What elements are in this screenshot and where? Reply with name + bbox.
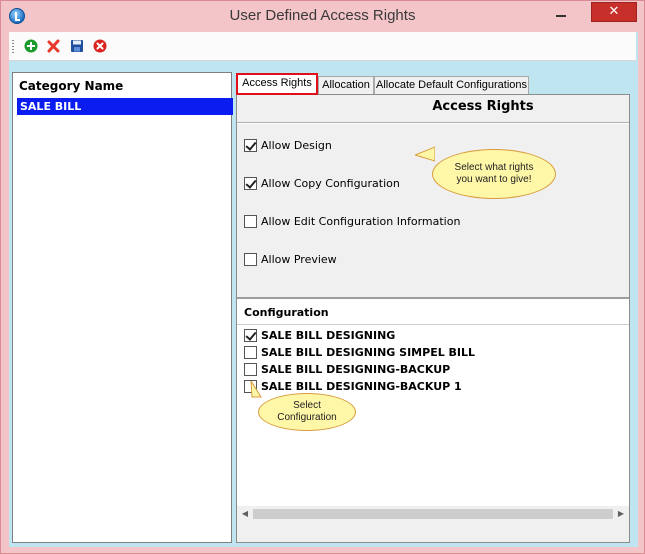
configuration-callout: Select Configuration bbox=[258, 393, 356, 431]
scroll-left-arrow-icon[interactable]: ◀ bbox=[239, 508, 251, 520]
save-button[interactable] bbox=[70, 39, 84, 53]
configuration-panel: Configuration SALE BILL DESIGNING SALE B… bbox=[237, 299, 629, 506]
checkbox-box[interactable] bbox=[244, 328, 257, 342]
toolbar bbox=[9, 32, 636, 61]
category-header: Category Name bbox=[19, 79, 124, 93]
close-button[interactable]: ✕ bbox=[591, 2, 637, 22]
config-item-sale-bill-designing[interactable]: SALE BILL DESIGNING bbox=[244, 327, 395, 343]
client-area: Category Name SALE BILL Access Rights Al… bbox=[9, 32, 638, 547]
scroll-right-arrow-icon[interactable]: ▶ bbox=[615, 508, 627, 520]
checkbox-box[interactable] bbox=[244, 138, 257, 152]
allow-preview-checkbox[interactable]: Allow Preview bbox=[244, 251, 337, 267]
callout-tail bbox=[250, 381, 262, 398]
allow-edit-configuration-information-checkbox[interactable]: Allow Edit Configuration Information bbox=[244, 213, 460, 229]
config-item-label: SALE BILL DESIGNING-BACKUP 1 bbox=[261, 379, 462, 393]
configuration-callout-text: Select Configuration bbox=[277, 400, 337, 423]
cancel-button[interactable] bbox=[93, 39, 107, 53]
allow-design-label: Allow Design bbox=[261, 138, 332, 152]
allow-copy-configuration-checkbox[interactable]: Allow Copy Configuration bbox=[244, 175, 400, 191]
tab-allocation[interactable]: Allocation bbox=[318, 76, 374, 94]
allow-design-checkbox[interactable]: Allow Design bbox=[244, 137, 332, 153]
tab-allocate-default-configurations[interactable]: Allocate Default Configurations bbox=[374, 76, 529, 94]
delete-icon bbox=[47, 39, 60, 53]
checkbox-box[interactable] bbox=[244, 214, 257, 228]
toolbar-grip[interactable] bbox=[12, 40, 14, 54]
configuration-header: Configuration bbox=[244, 306, 329, 319]
cancel-icon bbox=[93, 39, 107, 53]
checkbox-box[interactable] bbox=[244, 362, 257, 376]
configuration-header-divider bbox=[237, 324, 629, 325]
access-rights-callout: Select what rights you want to give! bbox=[432, 149, 556, 199]
config-item-label: SALE BILL DESIGNING-BACKUP bbox=[261, 362, 451, 376]
access-rights-callout-text: Select what rights you want to give! bbox=[454, 162, 534, 185]
add-button[interactable] bbox=[24, 39, 38, 53]
tab-access-rights[interactable]: Access Rights bbox=[236, 73, 318, 95]
scrollbar-thumb[interactable] bbox=[253, 509, 613, 519]
minimize-button[interactable] bbox=[549, 5, 573, 25]
config-item-sale-bill-designing-backup[interactable]: SALE BILL DESIGNING-BACKUP bbox=[244, 361, 450, 377]
allow-copy-configuration-label: Allow Copy Configuration bbox=[261, 176, 400, 190]
allow-preview-label: Allow Preview bbox=[261, 252, 337, 266]
horizontal-scrollbar[interactable]: ◀ ▶ bbox=[237, 506, 629, 522]
checkbox-box[interactable] bbox=[244, 252, 257, 266]
add-icon bbox=[24, 39, 38, 53]
save-icon bbox=[71, 40, 83, 52]
category-panel: Category Name SALE BILL bbox=[12, 72, 233, 543]
checkbox-box[interactable] bbox=[244, 176, 257, 190]
allow-edit-configuration-information-label: Allow Edit Configuration Information bbox=[261, 214, 461, 228]
callout-tail bbox=[415, 146, 435, 162]
config-item-sale-bill-designing-backup-1[interactable]: SALE BILL DESIGNING-BACKUP 1 bbox=[244, 378, 462, 394]
access-rights-tab-content: Access Rights Allow Design Allow Copy Co… bbox=[236, 94, 630, 543]
checkbox-box[interactable] bbox=[244, 345, 257, 359]
title-bar: User Defined Access Rights ✕ bbox=[1, 1, 644, 32]
config-item-label: SALE BILL DESIGNING bbox=[261, 328, 396, 342]
tab-bottom-area bbox=[237, 522, 629, 542]
access-rights-title: Access Rights bbox=[432, 99, 534, 114]
config-item-label: SALE BILL DESIGNING SIMPEL BILL bbox=[261, 345, 476, 359]
title-divider bbox=[237, 122, 629, 124]
category-item-sale-bill[interactable]: SALE BILL bbox=[17, 98, 233, 115]
window-title: User Defined Access Rights bbox=[229, 7, 416, 24]
config-item-sale-bill-designing-simpel-bill[interactable]: SALE BILL DESIGNING SIMPEL BILL bbox=[244, 344, 475, 360]
delete-button[interactable] bbox=[47, 39, 61, 53]
main-window: User Defined Access Rights ✕ Category Na… bbox=[0, 0, 645, 554]
